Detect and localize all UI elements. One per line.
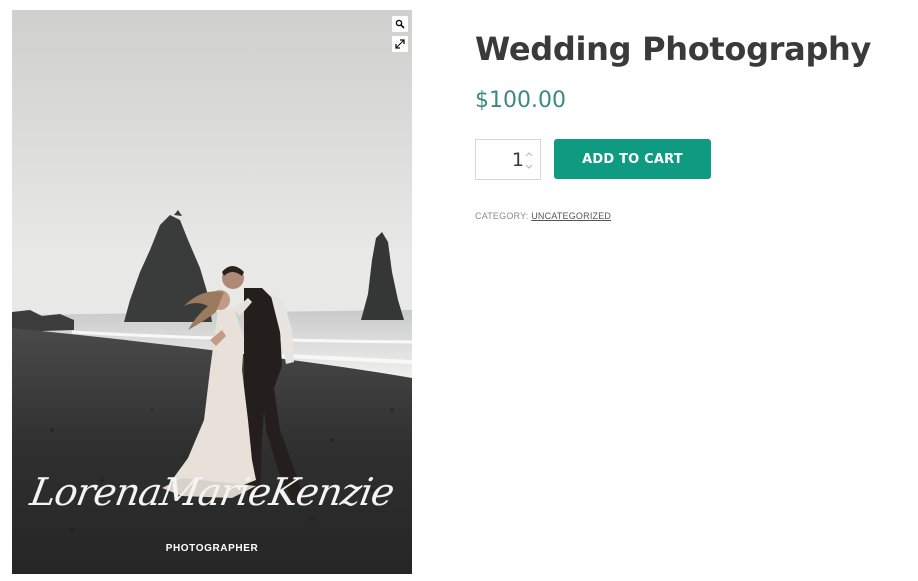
chevron-up-icon	[525, 151, 533, 156]
chevron-down-icon	[525, 164, 533, 169]
product-summary: Wedding Photography $100.00	[475, 30, 905, 113]
product-title: Wedding Photography	[475, 30, 872, 68]
expand-icon	[395, 39, 405, 49]
quantity-input[interactable]	[476, 140, 528, 179]
product-meta: CATEGORY: UNCATEGORIZED	[475, 211, 611, 221]
quantity-spinner[interactable]	[524, 149, 534, 171]
category-link[interactable]: UNCATEGORIZED	[531, 211, 611, 221]
fullscreen-button[interactable]	[392, 36, 408, 52]
zoom-button[interactable]	[392, 16, 408, 32]
photographer-label: PHOTOGRAPHER	[165, 543, 259, 554]
add-to-cart-button[interactable]: ADD TO CART	[554, 139, 711, 179]
search-icon	[395, 19, 405, 29]
photographer-signature: LorenaMarieKenzie	[26, 470, 398, 514]
quantity-stepper[interactable]	[475, 139, 541, 180]
product-price: $100.00	[475, 88, 566, 113]
product-gallery: LorenaMarieKenzie PHOTOGRAPHER	[12, 10, 412, 574]
decrement-button[interactable]	[524, 161, 534, 171]
increment-button[interactable]	[524, 149, 534, 159]
category-label: CATEGORY:	[475, 211, 529, 221]
